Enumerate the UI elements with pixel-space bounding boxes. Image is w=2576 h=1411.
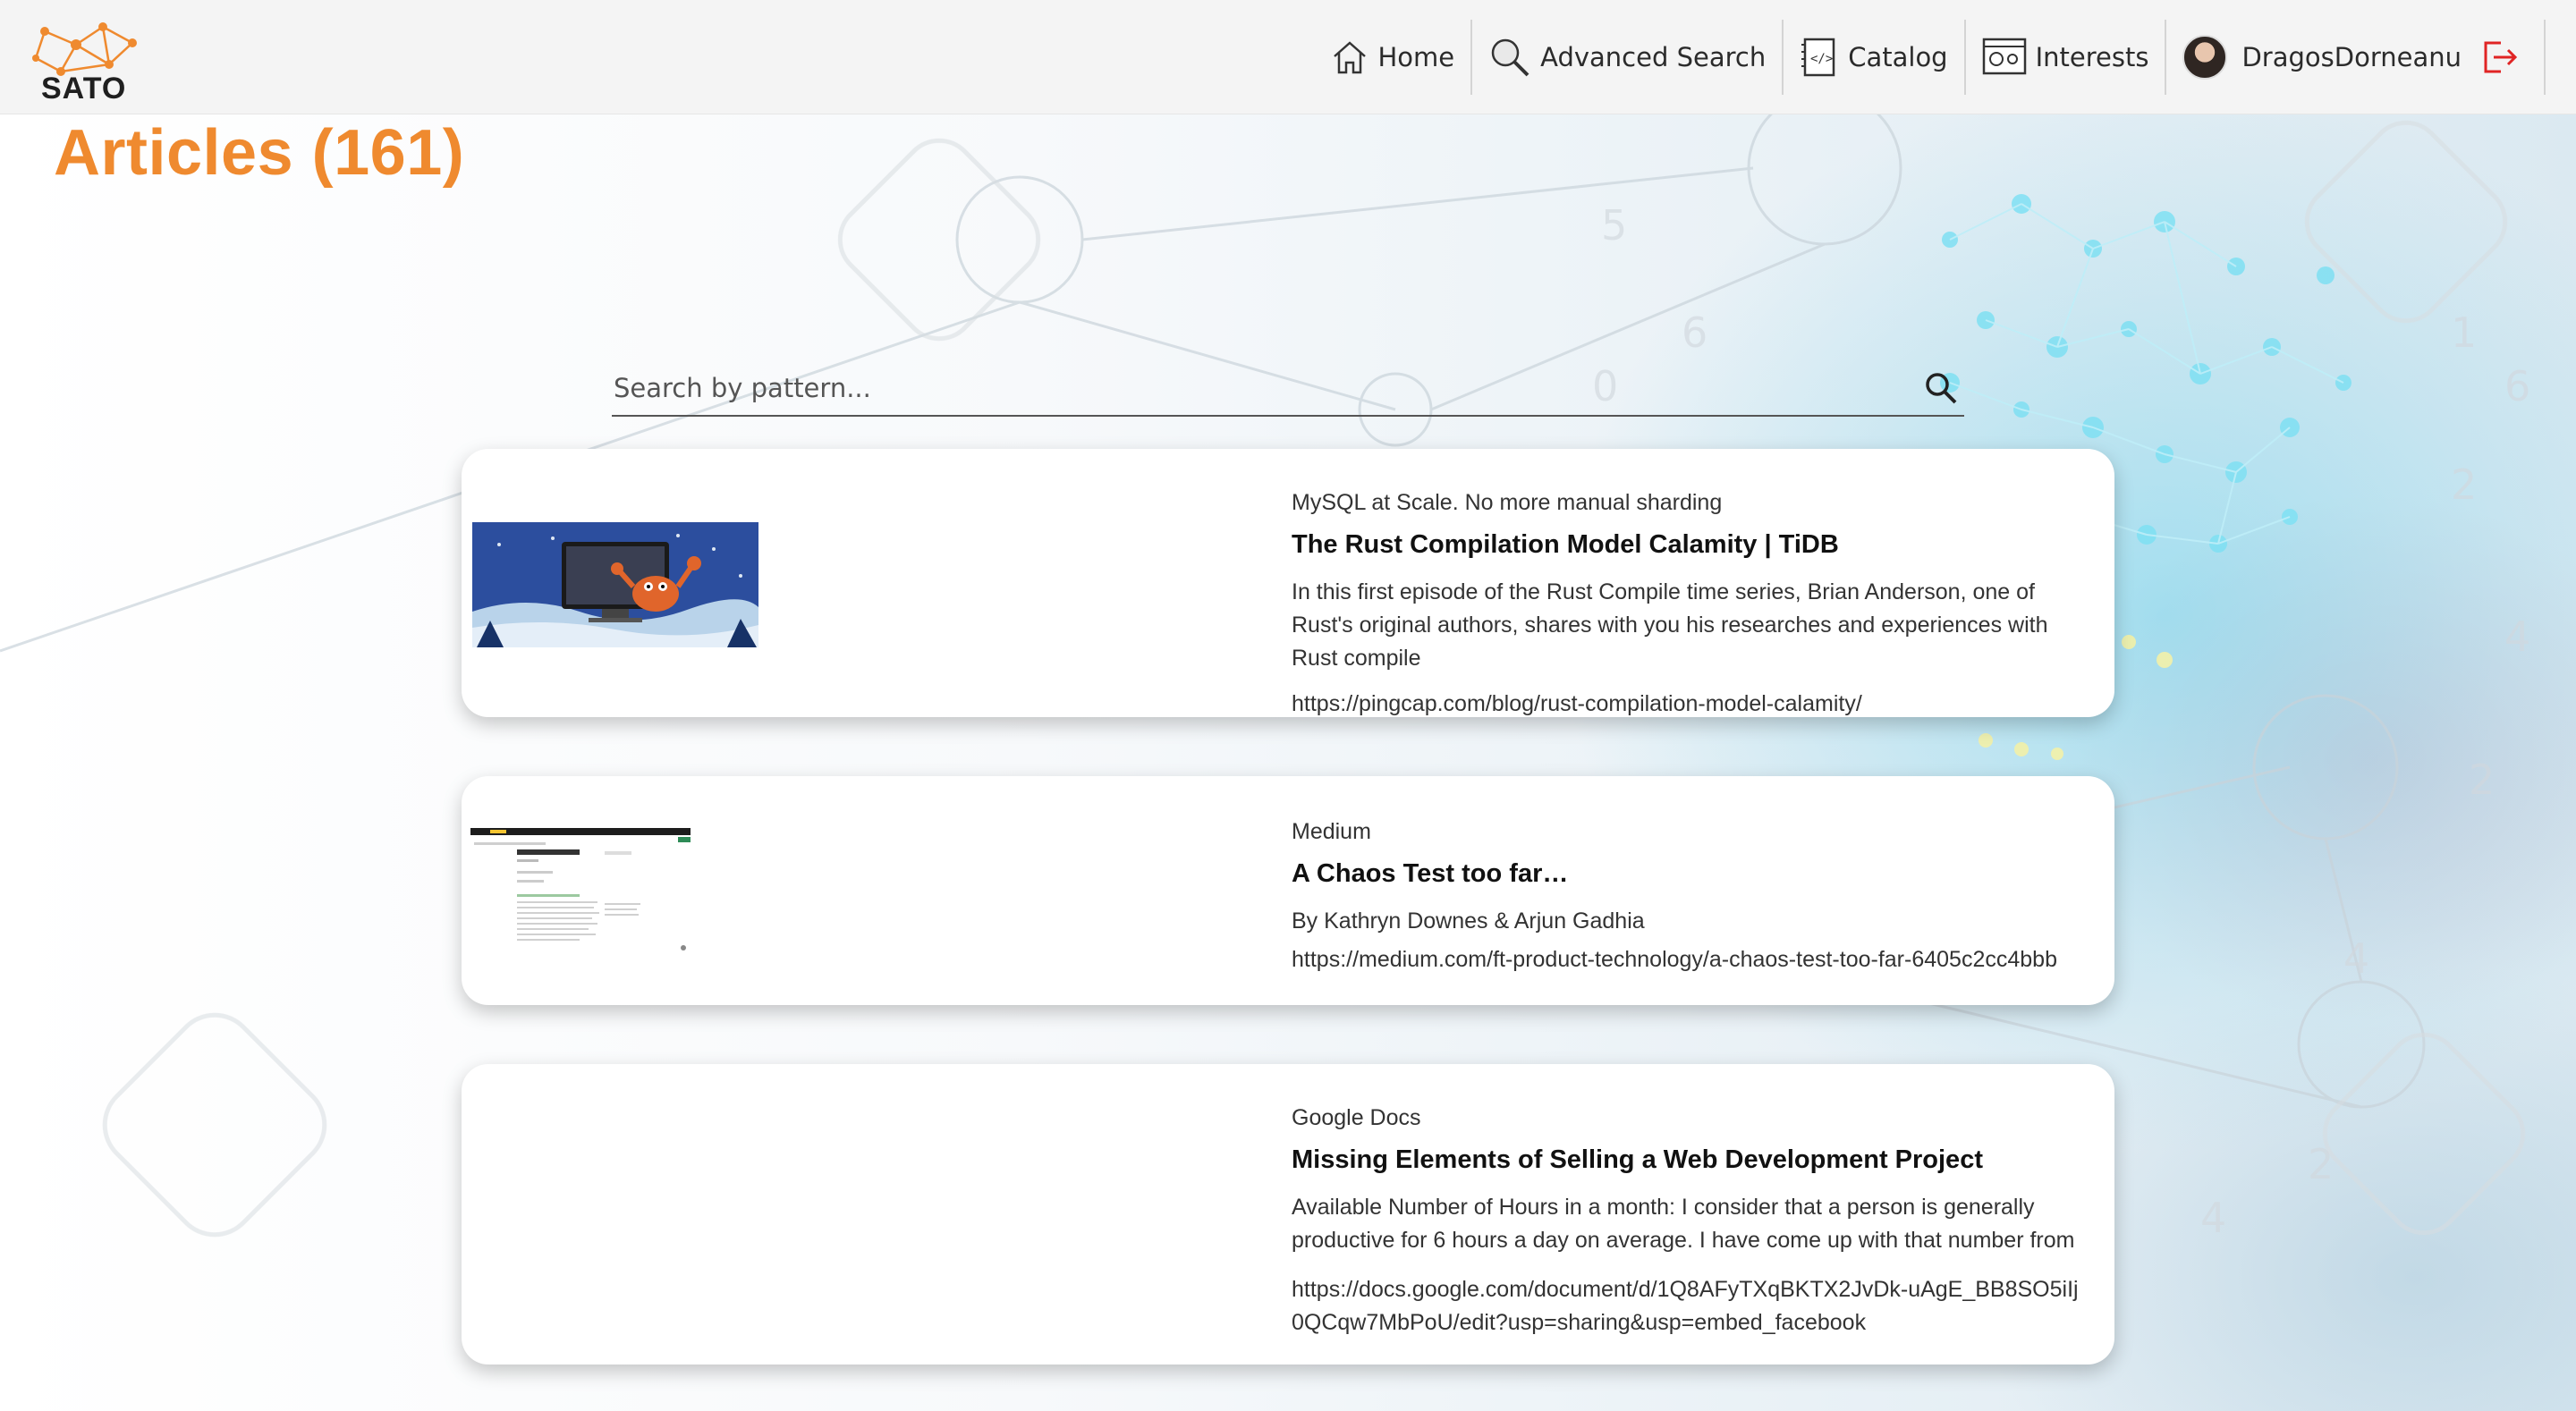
svg-text:2: 2 bbox=[2451, 460, 2477, 509]
page-title: Articles (161) bbox=[54, 117, 465, 189]
svg-text:2: 2 bbox=[2308, 1140, 2334, 1188]
nav-item-label: Interests bbox=[2035, 42, 2149, 72]
svg-text:1: 1 bbox=[2451, 308, 2477, 357]
avatar[interactable] bbox=[2182, 35, 2228, 80]
article-title[interactable]: The Rust Compilation Model Calamity | Ti… bbox=[1292, 530, 2082, 560]
user-menu[interactable]: DragosDorneanu bbox=[2166, 20, 2546, 95]
webpage-screenshot-image bbox=[470, 828, 703, 962]
article-source: Google Docs bbox=[1292, 1105, 1421, 1130]
article-source: MySQL at Scale. No more manual sharding bbox=[1292, 490, 1723, 515]
article-card[interactable]: MySQL at Scale. No more manual sharding … bbox=[462, 449, 2114, 717]
svg-text:2: 2 bbox=[2469, 756, 2495, 804]
article-url[interactable]: https://medium.com/ft-product-technology… bbox=[1292, 943, 2082, 976]
brand-name: SATO bbox=[41, 72, 127, 106]
article-card[interactable]: Google Docs Missing Elements of Selling … bbox=[462, 1064, 2114, 1365]
article-card[interactable]: Medium A Chaos Test too far… By Kathryn … bbox=[462, 776, 2114, 1005]
nav-item-label: Home bbox=[1377, 42, 1455, 72]
svg-text:4: 4 bbox=[2504, 613, 2530, 661]
nav-item-interests[interactable]: Interests bbox=[1966, 20, 2167, 95]
svg-text:6: 6 bbox=[1682, 308, 1707, 357]
article-info: Medium A Chaos Test too far… By Kathryn … bbox=[1292, 819, 2082, 976]
article-description: Available Number of Hours in a month: I … bbox=[1292, 1195, 2075, 1253]
top-navigation-bar: SATO Home Advanced Search </> Catalog In… bbox=[0, 0, 2576, 114]
user-name[interactable]: DragosDorneanu bbox=[2241, 42, 2462, 72]
interests-icon bbox=[1982, 38, 2026, 75]
svg-text:4: 4 bbox=[2200, 1194, 2226, 1242]
article-url[interactable]: https://pingcap.com/blog/rust-compilatio… bbox=[1292, 688, 2082, 721]
catalog-icon: </> bbox=[1801, 38, 1835, 77]
main-nav: Home Advanced Search </> Catalog Interes… bbox=[1315, 20, 2546, 95]
svg-text:4: 4 bbox=[2343, 934, 2369, 983]
search-icon[interactable] bbox=[1923, 370, 1959, 406]
nav-item-label: Catalog bbox=[1848, 42, 1948, 72]
article-description: By Kathryn Downes & Arjun Gadhia bbox=[1292, 908, 1645, 934]
svg-text:</>: </> bbox=[1810, 52, 1833, 66]
article-info: MySQL at Scale. No more manual sharding … bbox=[1292, 490, 2082, 721]
crab-at-computer-image bbox=[472, 522, 758, 647]
nav-item-home[interactable]: Home bbox=[1315, 20, 1473, 95]
article-description: In this first episode of the Rust Compil… bbox=[1292, 579, 2048, 671]
nav-item-advanced-search[interactable]: Advanced Search bbox=[1472, 20, 1784, 95]
magnifier-icon bbox=[1491, 38, 1530, 77]
svg-text:6: 6 bbox=[2504, 362, 2530, 410]
home-icon bbox=[1334, 41, 1367, 74]
nav-item-label: Advanced Search bbox=[1540, 42, 1767, 72]
article-title[interactable]: Missing Elements of Selling a Web Develo… bbox=[1292, 1145, 2082, 1175]
article-source: Medium bbox=[1292, 819, 1371, 844]
article-info: Google Docs Missing Elements of Selling … bbox=[1292, 1105, 2082, 1339]
nav-item-catalog[interactable]: </> Catalog bbox=[1784, 20, 1966, 95]
article-title[interactable]: A Chaos Test too far… bbox=[1292, 859, 2082, 889]
logout-icon[interactable] bbox=[2481, 38, 2519, 76]
search-bar bbox=[612, 361, 1964, 417]
svg-text:5: 5 bbox=[1601, 201, 1627, 249]
search-input[interactable] bbox=[612, 361, 1900, 415]
article-url[interactable]: https://docs.google.com/document/d/1Q8AF… bbox=[1292, 1273, 2082, 1339]
